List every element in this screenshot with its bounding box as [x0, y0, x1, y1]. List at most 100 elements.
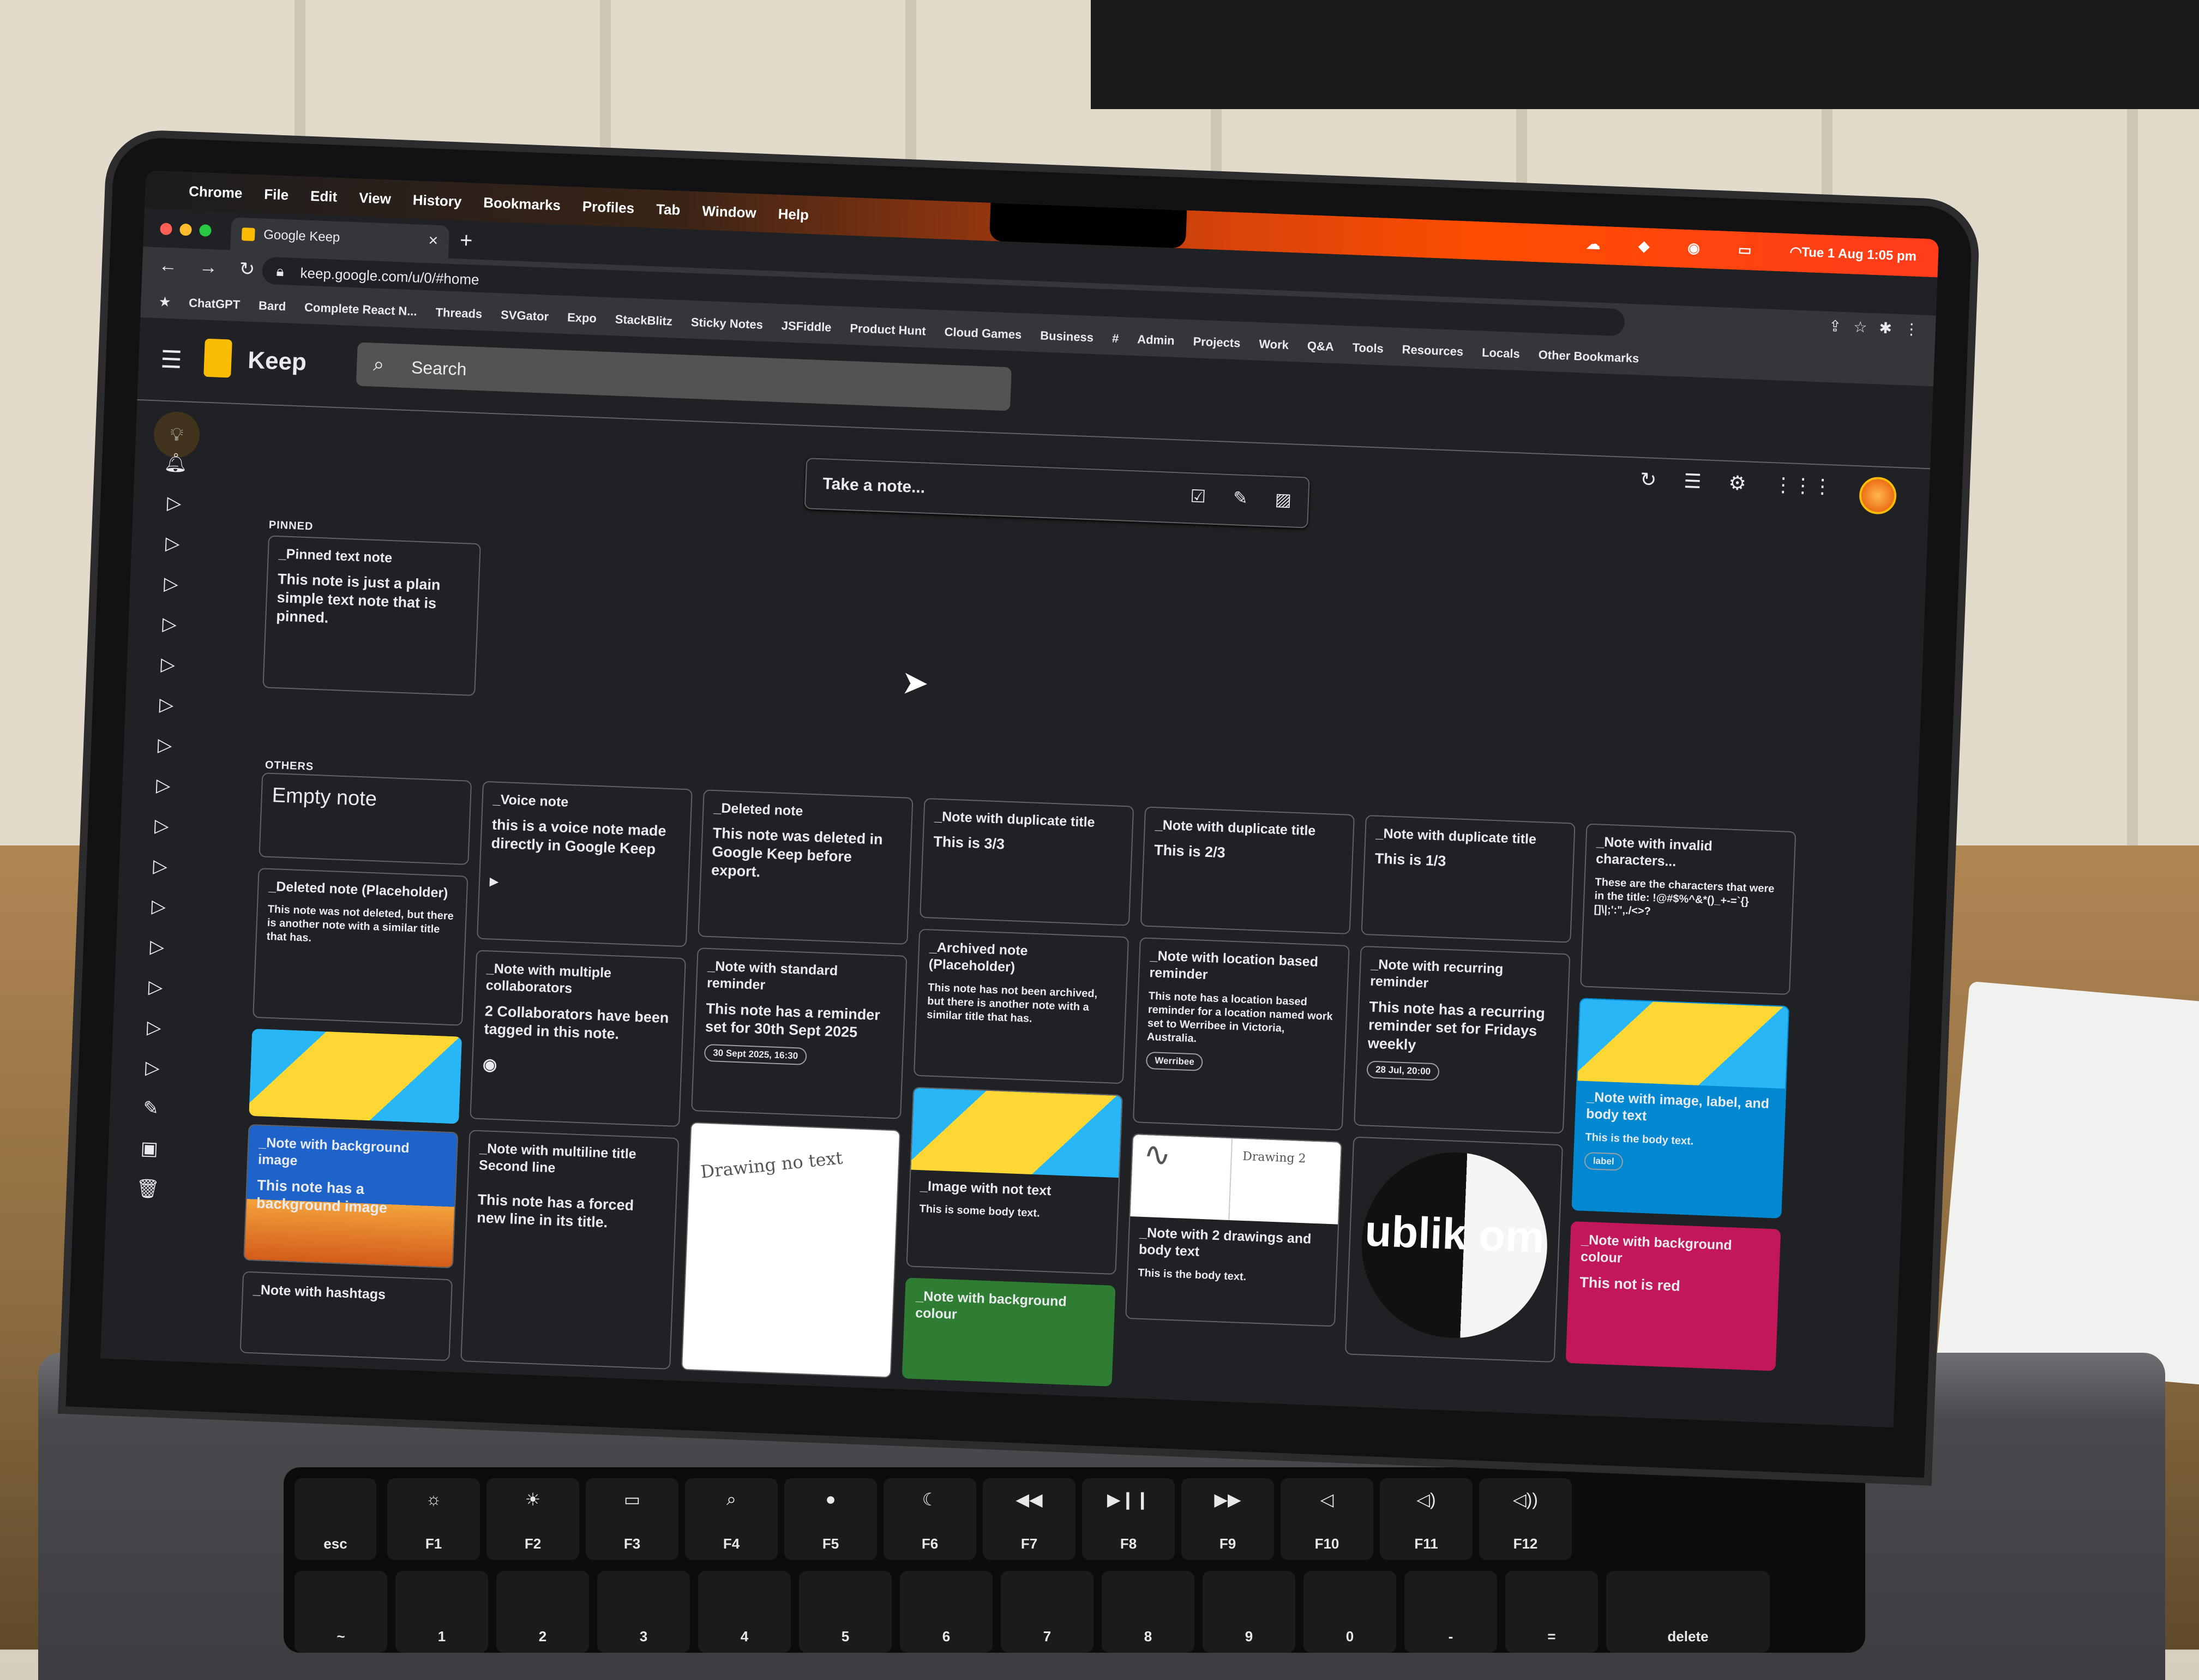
- note-bg-colour-red[interactable]: _Note with background colour This not is…: [1565, 1221, 1781, 1371]
- note-duplicate-3[interactable]: _Note with duplicate title This is 3/3: [920, 797, 1134, 926]
- note-duplicate-1[interactable]: _Note with duplicate title This is 1/3: [1361, 814, 1576, 943]
- key-f4[interactable]: ⌕ F4: [685, 1478, 778, 1560]
- brush-icon[interactable]: ✎: [1233, 487, 1248, 508]
- key-f6[interactable]: ☾ F6: [884, 1478, 976, 1560]
- sidebar-item-label[interactable]: ▷: [126, 935, 188, 977]
- url-text[interactable]: keep.google.com/u/0/#home: [300, 265, 479, 289]
- bookmark-admin[interactable]: Admin: [1137, 332, 1175, 348]
- wifi-icon[interactable]: ◠: [1789, 243, 1803, 261]
- battery-icon[interactable]: ▭: [1738, 241, 1752, 259]
- sidebar-item-label[interactable]: ▷: [123, 1016, 184, 1058]
- checkbox-icon[interactable]: ☑: [1190, 485, 1206, 507]
- note-collaborators[interactable]: _Note with multiple collaborators 2 Coll…: [470, 950, 686, 1127]
- note-deleted-placeholder[interactable]: _Deleted note (Placeholder) This note wa…: [253, 868, 468, 1026]
- play-icon[interactable]: ▶: [490, 874, 678, 895]
- list-view-icon[interactable]: ☰: [1683, 470, 1702, 507]
- take-note-placeholder[interactable]: Take a note...: [822, 475, 926, 497]
- dropbox-icon[interactable]: ◆: [1638, 237, 1650, 255]
- sidebar-item-label[interactable]: ▷: [130, 814, 192, 856]
- bookmark-work[interactable]: Work: [1259, 337, 1289, 352]
- note-deleted[interactable]: _Deleted note This note was deleted in G…: [698, 789, 914, 945]
- note-drawing[interactable]: Drawing no text: [681, 1121, 901, 1378]
- note-image-label[interactable]: _Note with image, label, and body text T…: [1571, 998, 1790, 1219]
- avatar[interactable]: [1858, 476, 1897, 515]
- sidebar-item-label[interactable]: ▷: [143, 491, 205, 534]
- zoom-window-button[interactable]: [199, 224, 212, 237]
- record-icon[interactable]: ◉: [1687, 239, 1701, 257]
- note-recurring-reminder[interactable]: _Note with recurring reminder This note …: [1354, 945, 1571, 1134]
- collaborator-avatar-icon[interactable]: ◉: [483, 1055, 671, 1081]
- menu-window[interactable]: Window: [702, 202, 756, 221]
- search-placeholder[interactable]: Search: [411, 357, 467, 380]
- sidebar-item-reminders[interactable]: 🔔︎: [145, 451, 206, 494]
- key-7[interactable]: 7: [1001, 1571, 1094, 1653]
- key-5[interactable]: 5: [799, 1571, 892, 1653]
- sidebar-item-label[interactable]: ▷: [129, 854, 191, 897]
- note-logo-image[interactable]: ublik om: [1344, 1136, 1564, 1363]
- bookmark-star-icon[interactable]: ☆: [1853, 318, 1867, 337]
- key-delete[interactable]: delete: [1606, 1571, 1770, 1653]
- app-title[interactable]: Keep: [247, 347, 307, 376]
- key-f11[interactable]: ◁) F11: [1380, 1478, 1473, 1560]
- note-hashtags[interactable]: _Note with hashtags: [239, 1271, 453, 1361]
- new-tab-button[interactable]: +: [459, 228, 473, 253]
- sidebar-item-label[interactable]: ▷: [141, 532, 203, 574]
- key-f12[interactable]: ◁)) F12: [1479, 1478, 1572, 1560]
- key-4[interactable]: 4: [698, 1571, 791, 1653]
- menubar-clock[interactable]: Tue 1 Aug 1:05 pm: [1801, 245, 1917, 265]
- sidebar-item-label[interactable]: ▷: [128, 895, 189, 937]
- refresh-icon[interactable]: ↻: [1639, 468, 1657, 506]
- note-multiline-title[interactable]: _Note with multiline title Second line T…: [460, 1130, 680, 1370]
- take-note-bar[interactable]: Take a note... ☑ ✎ ▨: [804, 458, 1310, 529]
- key-f2[interactable]: ☀ F2: [486, 1478, 579, 1560]
- note-two-drawings[interactable]: ∿ Drawing 2 _Note with 2 drawings and bo…: [1125, 1133, 1342, 1327]
- note-image-no-text[interactable]: _Image with not text This is some body t…: [906, 1087, 1123, 1275]
- key-f10[interactable]: ◁ F10: [1281, 1478, 1373, 1560]
- note-bg-colour-green[interactable]: _Note with background colour: [902, 1277, 1116, 1387]
- menu-help[interactable]: Help: [778, 205, 809, 223]
- note-voice[interactable]: _Voice note this is a voice note made di…: [476, 781, 693, 947]
- note-pinned[interactable]: _Pinned text note This note is just a pl…: [262, 535, 481, 697]
- note-archived-placeholder[interactable]: _Archived note (Placeholder) This note h…: [913, 928, 1129, 1084]
- note-duplicate-2[interactable]: _Note with duplicate title This is 2/3: [1140, 806, 1355, 935]
- menu-file[interactable]: File: [264, 185, 289, 203]
- bookmark-cloud-games[interactable]: Cloud Games: [944, 325, 1022, 342]
- reload-icon[interactable]: ↻: [239, 258, 255, 280]
- bookmark-bard[interactable]: Bard: [259, 298, 286, 314]
- sidebar-item-label[interactable]: ▷: [124, 975, 186, 1018]
- bookmark-product-hunt[interactable]: Product Hunt: [850, 321, 926, 338]
- menu-bookmarks[interactable]: Bookmarks: [483, 194, 561, 214]
- key-esc[interactable]: esc: [295, 1478, 376, 1560]
- apps-grid-icon[interactable]: ⋮⋮⋮: [1773, 473, 1832, 512]
- key-f5[interactable]: ● F5: [784, 1478, 877, 1560]
- sidebar-item-label[interactable]: ▷: [134, 733, 195, 776]
- share-icon[interactable]: ⇪: [1828, 317, 1842, 335]
- forward-icon[interactable]: →: [199, 256, 218, 279]
- main-menu-icon[interactable]: ☰: [160, 346, 182, 374]
- key-f7[interactable]: ◀◀ F7: [983, 1478, 1076, 1560]
- key-equals[interactable]: =: [1505, 1571, 1598, 1653]
- more-icon[interactable]: ⋮: [1903, 320, 1919, 338]
- bookmark-chatgpt[interactable]: ChatGPT: [189, 296, 241, 312]
- key-8[interactable]: 8: [1102, 1571, 1194, 1653]
- bookmark-projects[interactable]: Projects: [1193, 334, 1241, 350]
- bookmark-react[interactable]: Complete React N...: [304, 301, 417, 319]
- settings-icon[interactable]: ⚙: [1728, 471, 1747, 509]
- bookmark-hash[interactable]: #: [1112, 331, 1119, 345]
- bookmark-tools[interactable]: Tools: [1352, 340, 1384, 356]
- sidebar-item-label[interactable]: ▷: [140, 572, 202, 614]
- cloud-icon[interactable]: ☁: [1586, 236, 1601, 253]
- note-invalid-characters[interactable]: _Note with invalid characters... These a…: [1580, 823, 1797, 995]
- bookmark-qa[interactable]: Q&A: [1307, 339, 1334, 354]
- bookmark-threads[interactable]: Threads: [435, 305, 482, 321]
- puzzle-icon[interactable]: ✱: [1879, 319, 1892, 337]
- key-1[interactable]: 1: [395, 1571, 488, 1653]
- key-3[interactable]: 3: [597, 1571, 690, 1653]
- back-icon[interactable]: ←: [158, 255, 177, 277]
- bookmark-expo[interactable]: Expo: [567, 310, 597, 326]
- bookmark-resources[interactable]: Resources: [1402, 343, 1463, 359]
- location-chip[interactable]: Werribee: [1145, 1051, 1204, 1071]
- note-empty[interactable]: Empty note: [259, 772, 472, 865]
- sidebar-item-notes[interactable]: 💡︎: [146, 411, 208, 459]
- menu-edit[interactable]: Edit: [310, 187, 338, 205]
